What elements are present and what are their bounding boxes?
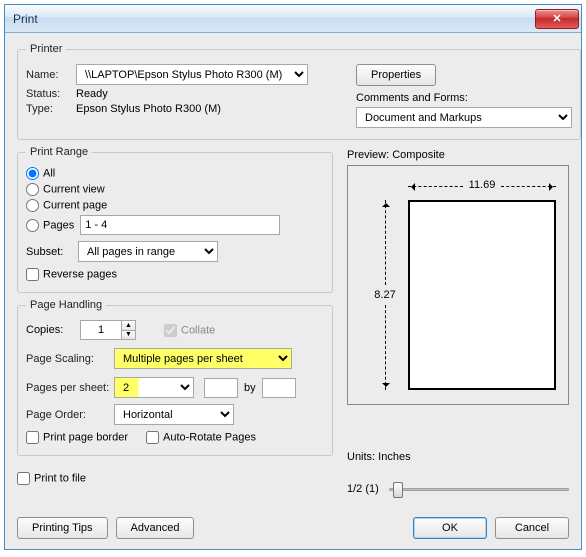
collate-check: Collate bbox=[164, 324, 215, 337]
pps-by-label: by bbox=[244, 382, 256, 394]
subset-label: Subset: bbox=[26, 246, 78, 258]
copies-label: Copies: bbox=[26, 324, 80, 336]
auto-rotate-check[interactable]: Auto-Rotate Pages bbox=[146, 431, 256, 444]
preview-page bbox=[408, 200, 556, 390]
radio-current-view[interactable]: Current view bbox=[26, 183, 105, 196]
printing-tips-button[interactable]: Printing Tips bbox=[17, 517, 108, 539]
radio-pages[interactable]: Pages bbox=[26, 219, 74, 232]
print-range-group: Print Range All Current view Current pag… bbox=[17, 146, 333, 293]
copies-up[interactable]: ▲ bbox=[122, 321, 135, 331]
preview-box: 11.69 8.27 bbox=[347, 165, 569, 405]
advanced-button[interactable]: Advanced bbox=[116, 517, 195, 539]
comments-forms-label: Comments and Forms: bbox=[356, 92, 468, 104]
pages-per-sheet-select[interactable]: 2 bbox=[114, 377, 194, 398]
copies-down[interactable]: ▼ bbox=[122, 331, 135, 340]
units-label: Units: Inches bbox=[347, 451, 411, 463]
page-handling-group: Page Handling Copies: ▲▼ Collate Page Sc… bbox=[17, 299, 333, 456]
type-value: Epson Stylus Photo R300 (M) bbox=[76, 103, 221, 115]
print-range-legend: Print Range bbox=[26, 146, 92, 158]
pps-cols-input[interactable] bbox=[204, 378, 238, 398]
comments-forms-select[interactable]: Document and Markups bbox=[356, 107, 572, 128]
pages-per-sheet-label: Pages per sheet: bbox=[26, 382, 114, 394]
printer-legend: Printer bbox=[26, 43, 66, 55]
titlebar: Print ✕ bbox=[5, 5, 581, 33]
status-value: Ready bbox=[76, 88, 108, 100]
print-page-border-check[interactable]: Print page border bbox=[26, 431, 128, 444]
cancel-button[interactable]: Cancel bbox=[495, 517, 569, 539]
pages-input[interactable] bbox=[80, 215, 280, 235]
close-button[interactable]: ✕ bbox=[535, 9, 579, 29]
page-order-label: Page Order: bbox=[26, 409, 114, 421]
name-label: Name: bbox=[26, 69, 76, 81]
page-scaling-select[interactable]: Multiple pages per sheet bbox=[114, 348, 292, 369]
page-order-select[interactable]: Horizontal bbox=[114, 404, 234, 425]
printer-name-select[interactable]: \\LAPTOP\Epson Stylus Photo R300 (M) bbox=[76, 64, 308, 85]
reverse-pages-check[interactable]: Reverse pages bbox=[26, 268, 117, 281]
print-to-file-check[interactable]: Print to file bbox=[17, 472, 86, 485]
printer-group: Printer Name: \\LAPTOP\Epson Stylus Phot… bbox=[17, 43, 581, 140]
page-scaling-label: Page Scaling: bbox=[26, 353, 114, 365]
type-label: Type: bbox=[26, 103, 76, 115]
subset-select[interactable]: All pages in range bbox=[78, 241, 218, 262]
ok-button[interactable]: OK bbox=[413, 517, 487, 539]
preview-height: 8.27 bbox=[374, 285, 395, 305]
preview-label: Preview: Composite bbox=[347, 149, 445, 161]
radio-all[interactable]: All bbox=[26, 167, 55, 180]
close-icon: ✕ bbox=[552, 12, 561, 25]
page-handling-legend: Page Handling bbox=[26, 299, 106, 311]
preview-width: 11.69 bbox=[463, 179, 502, 191]
zoom-slider[interactable] bbox=[389, 479, 569, 499]
window-title: Print bbox=[13, 12, 535, 26]
radio-current-page[interactable]: Current page bbox=[26, 199, 107, 212]
copies-spinner[interactable]: ▲▼ bbox=[80, 320, 136, 340]
pps-rows-input[interactable] bbox=[262, 378, 296, 398]
zoom-value: 1/2 (1) bbox=[347, 483, 379, 495]
properties-button[interactable]: Properties bbox=[356, 64, 436, 86]
copies-input[interactable] bbox=[81, 321, 121, 339]
status-label: Status: bbox=[26, 88, 76, 100]
